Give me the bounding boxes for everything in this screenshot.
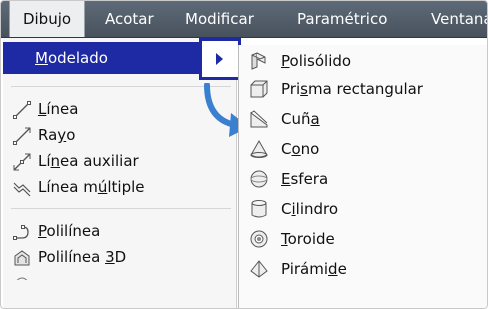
submenu-item-label: Prisma rectangular (281, 80, 423, 98)
menu-bar: Dibujo Acotar Modificar Paramétrico Vent… (1, 1, 487, 38)
submenu-item-piramide[interactable]: Pirámide (239, 255, 487, 283)
wedge-icon (249, 109, 269, 129)
polysolid-icon (249, 51, 269, 71)
cone-icon (249, 139, 269, 159)
menu-ventana[interactable]: Ventana (431, 1, 487, 37)
menu-dibujo[interactable]: Dibujo (9, 1, 85, 37)
ray-icon (13, 127, 31, 145)
line-icon (13, 101, 31, 119)
menu-item-label: Polilínea 3D (38, 248, 127, 266)
window-frame: Dibujo Acotar Modificar Paramétrico Vent… (0, 0, 488, 309)
box-icon (249, 79, 269, 99)
construction-line-icon (13, 153, 31, 171)
menu-separator (11, 208, 231, 209)
modelado-submenu: Polisólido Prisma rectangular Cuña Cono … (238, 45, 487, 308)
multiline-icon (13, 179, 31, 197)
submenu-item-cilindro[interactable]: Cilindro (239, 195, 487, 223)
submenu-arrow-button[interactable] (199, 38, 241, 80)
cylinder-icon (249, 199, 269, 219)
menu-item-modelado-label: Modelado (35, 49, 108, 67)
menu-item-label: Línea auxiliar (38, 152, 139, 170)
menu-item-label: Rayo (38, 126, 76, 144)
submenu-item-label: Pirámide (281, 260, 347, 278)
menu-acotar[interactable]: Acotar (105, 1, 154, 37)
menu-modificar[interactable]: Modificar (185, 1, 254, 37)
menu-item-label: Línea múltiple (38, 178, 145, 196)
submenu-item-label: Cuña (281, 110, 320, 128)
torus-icon (249, 229, 269, 249)
menu-item-label: Línea (38, 100, 79, 118)
submenu-item-label: Cono (281, 140, 320, 158)
submenu-item-label: Esfera (281, 170, 329, 188)
submenu-item-label: Polisólido (281, 52, 352, 70)
menu-item-polilinea[interactable]: Polilínea (3, 218, 236, 244)
menu-item-polilinea-3d[interactable]: Polilínea 3D (3, 244, 236, 270)
submenu-item-toroide[interactable]: Toroide (239, 225, 487, 253)
submenu-item-label: Cilindro (281, 200, 339, 218)
sphere-icon (249, 169, 269, 189)
polyline-icon (13, 223, 31, 241)
submenu-item-prisma-rectangular[interactable]: Prisma rectangular (239, 75, 487, 103)
3d-polyline-icon (13, 249, 31, 267)
menu-item-linea-multiple[interactable]: Línea múltiple (3, 174, 236, 200)
partial-menu-icon (13, 272, 31, 280)
menu-item-linea-auxiliar[interactable]: Línea auxiliar (3, 148, 236, 174)
submenu-item-cuna[interactable]: Cuña (239, 105, 487, 133)
submenu-item-cono[interactable]: Cono (239, 135, 487, 163)
submenu-item-label: Toroide (281, 230, 335, 248)
menu-item-label: Polilínea (38, 222, 101, 240)
menu-parametrico[interactable]: Paramétrico (297, 1, 387, 37)
pyramid-icon (249, 259, 269, 279)
submenu-item-esfera[interactable]: Esfera (239, 165, 487, 193)
submenu-item-polisolido[interactable]: Polisólido (239, 47, 487, 75)
chevron-right-icon (215, 53, 225, 65)
